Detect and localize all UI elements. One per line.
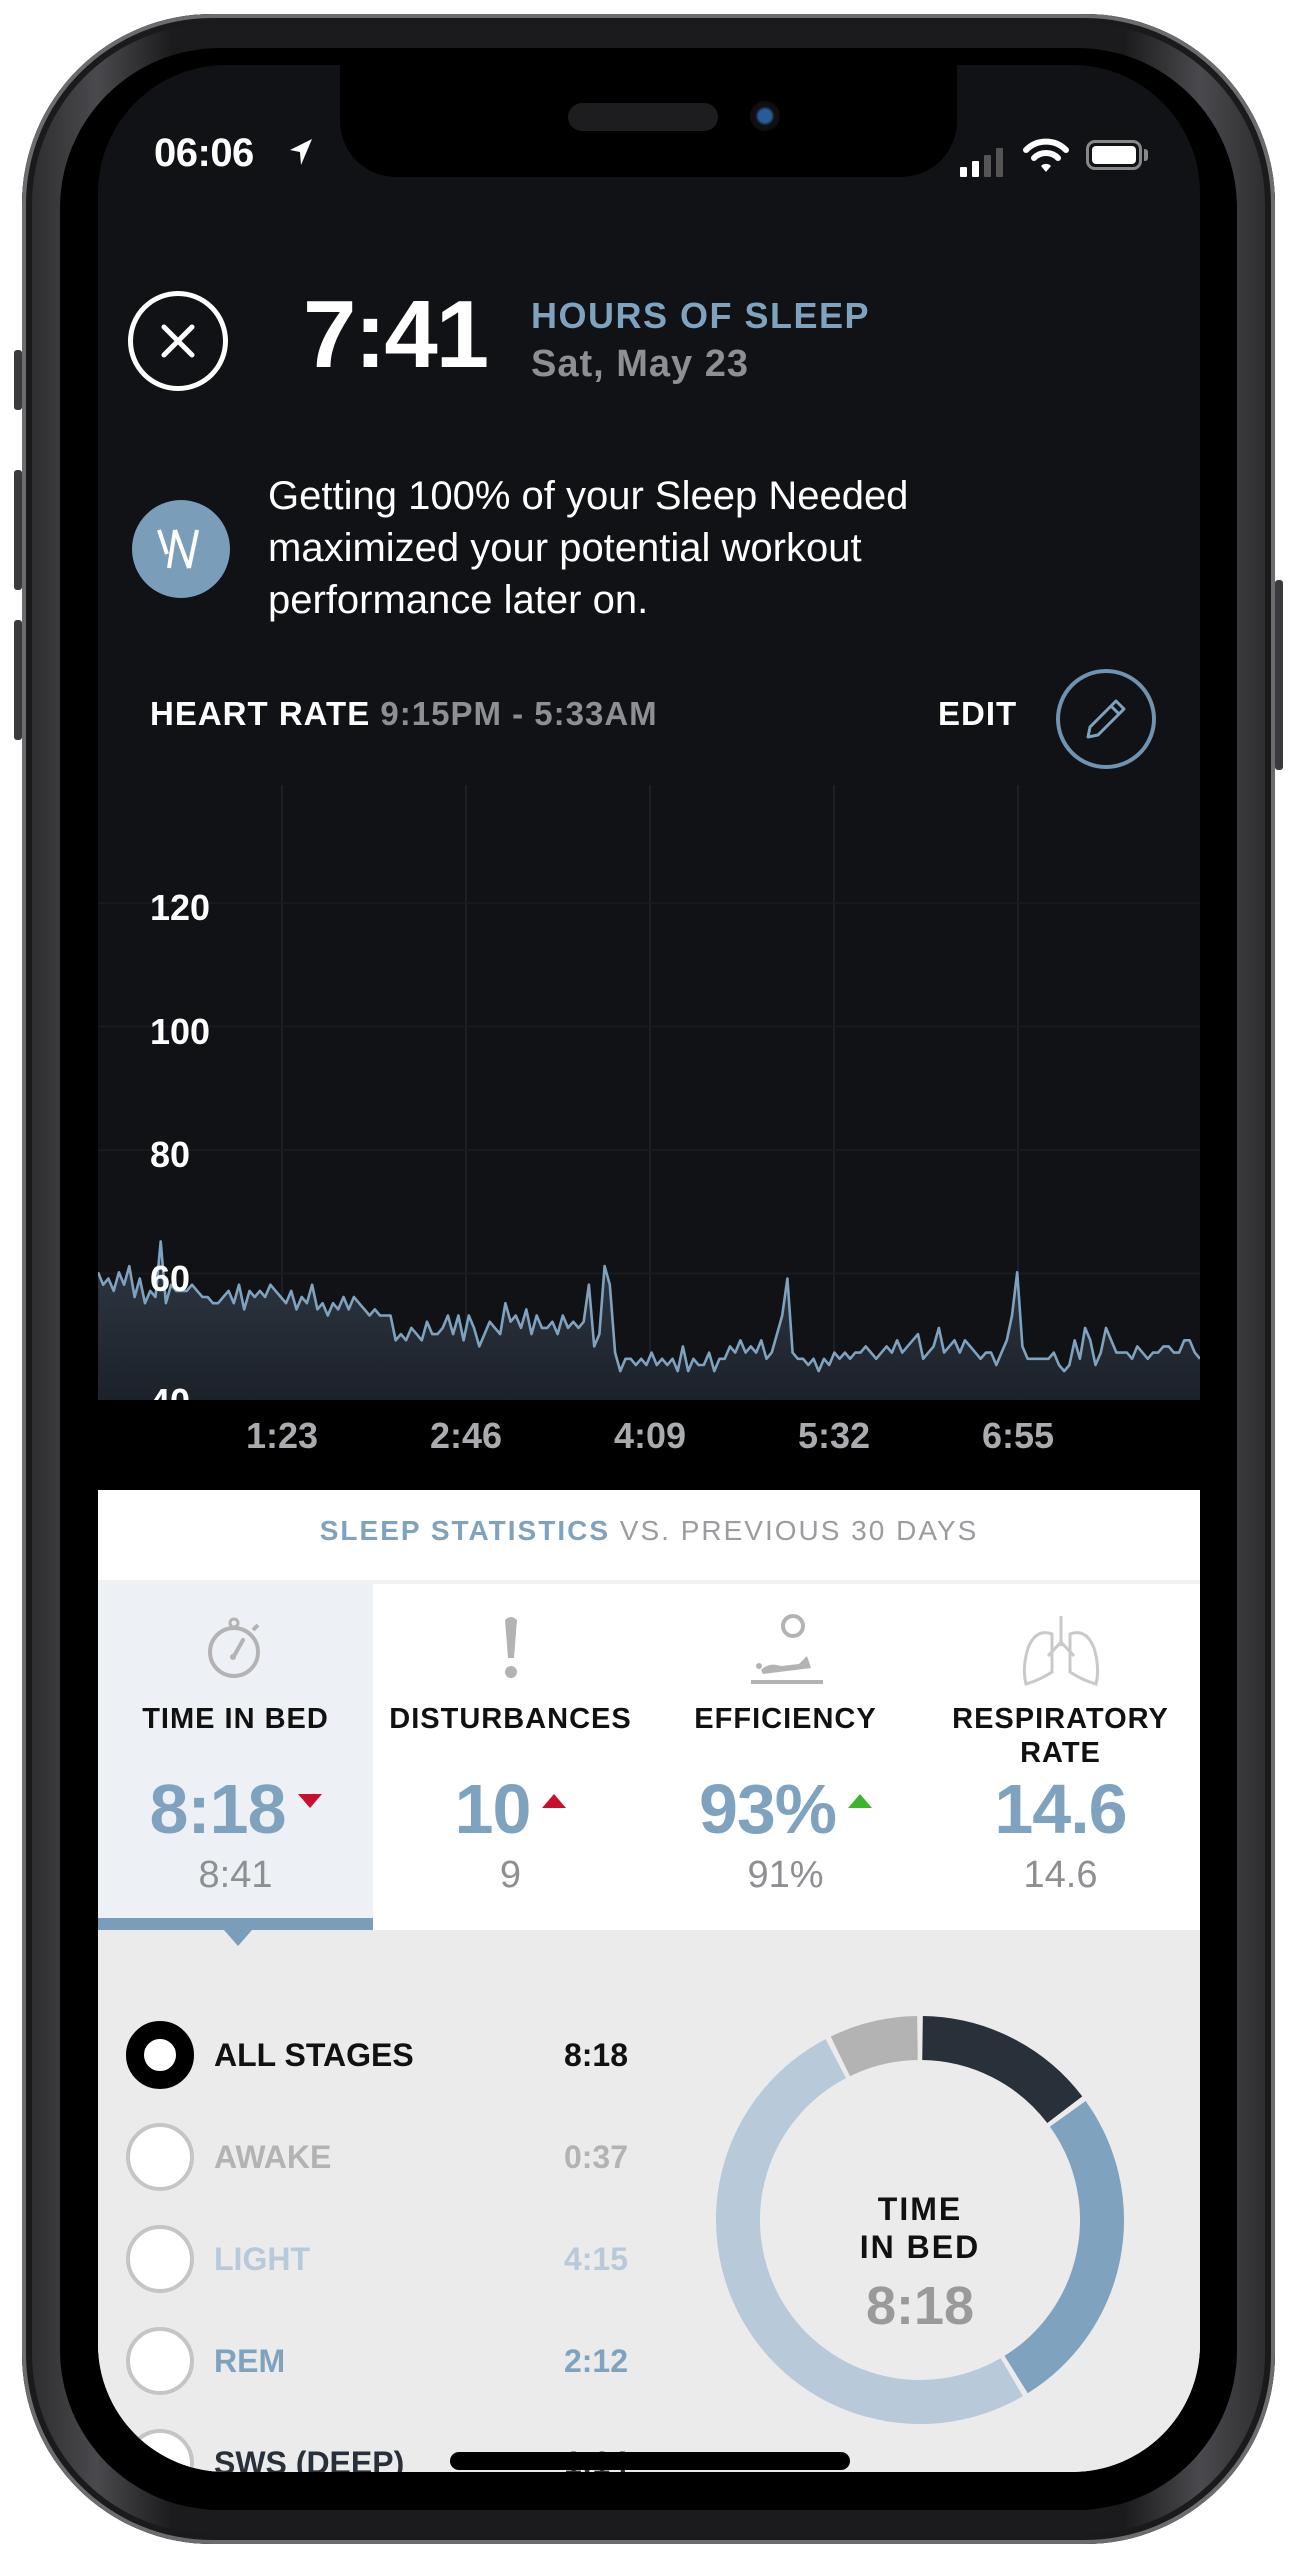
close-x-icon [161, 324, 195, 358]
stat-label: DISTURBANCES [389, 1703, 632, 1735]
stat-label: EFFICIENCY [694, 1703, 877, 1735]
donut-label: TIME IN BED [710, 2190, 1130, 2266]
heart-rate-title: HEART RATE 9:15PM - 5:33AM [150, 695, 658, 733]
home-indicator[interactable] [450, 2452, 850, 2470]
stage-row-light[interactable]: LIGHT 4:15 [126, 2219, 628, 2299]
volume-up-button [14, 470, 22, 590]
mute-switch [14, 350, 22, 410]
cellular-signal-icon [960, 147, 1003, 177]
stats-title-highlight: SLEEP STATISTICS [319, 1515, 610, 1546]
sleeping-person-icon [750, 1614, 823, 1684]
whoop-logo-icon [132, 500, 230, 598]
stat-previous: 14.6 [1023, 1854, 1098, 1896]
heart-rate-time-range: 9:15PM - 5:33AM [380, 695, 658, 732]
stage-name: ALL STAGES [214, 2036, 414, 2073]
side-button [1275, 580, 1283, 770]
stage-time: 4:15 [563, 2240, 628, 2277]
wifi-icon [1023, 138, 1069, 172]
radio-unselected[interactable] [126, 2123, 194, 2191]
sleep-date: Sat, May 23 [531, 343, 749, 385]
battery-icon [1086, 140, 1142, 170]
exclamation-icon [504, 1617, 517, 1678]
stage-name: REM [214, 2342, 286, 2379]
stage-time: 8:18 [563, 2036, 628, 2073]
selected-tab-indicator [98, 1918, 373, 1930]
stat-value: 93% [648, 1769, 923, 1849]
battery-tip [1144, 149, 1148, 161]
x-tick-label: 4:09 [613, 1415, 687, 1456]
selected-tab-caret [224, 1930, 252, 1946]
radio-selected[interactable] [126, 2021, 194, 2089]
stat-value-text: 8:18 [149, 1770, 286, 1848]
y-tick-label: 100 [150, 1010, 211, 1052]
x-tick-label: 2:46 [429, 1415, 503, 1456]
app-screen: 120100806040 1:232:464:095:326:55 06:06 … [98, 65, 1200, 2472]
stage-name: SWS (DEEP) [214, 2444, 405, 2473]
stat-value-text: 10 [454, 1770, 532, 1848]
stat-label: TIME IN BED [142, 1703, 329, 1735]
stat-tab-respiratory-rate[interactable]: RESPIRATORY RATE 14.6 14.6 [923, 1584, 1198, 1929]
donut-label-line1: TIME [877, 2191, 963, 2227]
donut-segment-awake [830, 2016, 919, 2077]
stat-value: 10 [373, 1769, 648, 1849]
hours-of-sleep-label: HOURS OF SLEEP [531, 295, 871, 336]
trend-up-icon [542, 1793, 567, 1808]
radio-unselected[interactable] [126, 2327, 194, 2395]
heart-rate-label: HEART RATE [150, 695, 371, 732]
edit-label[interactable]: EDIT [938, 695, 1017, 733]
stat-value: 14.6 [994, 1770, 1127, 1848]
trend-down-icon [297, 1793, 322, 1808]
radio-unselected[interactable] [126, 2429, 194, 2472]
stats-title-rest: VS. PREVIOUS 30 DAYS [610, 1515, 979, 1546]
x-tick-label: 6:55 [981, 1415, 1055, 1456]
stage-row-all-stages[interactable]: ALL STAGES 8:18 [126, 2015, 628, 2095]
pencil-icon [1086, 699, 1126, 739]
sleep-statistics-title: SLEEP STATISTICS VS. PREVIOUS 30 DAYS [98, 1515, 1200, 1547]
stat-value-text: 93% [698, 1770, 837, 1848]
stage-row-rem[interactable]: REM 2:12 [126, 2321, 628, 2401]
stage-time: 2:12 [563, 2342, 628, 2379]
edit-button[interactable] [1056, 669, 1156, 769]
radio-unselected[interactable] [126, 2225, 194, 2293]
close-button[interactable] [128, 291, 228, 391]
insight-text: Getting 100% of your Sleep Needed maximi… [268, 474, 909, 622]
stage-time: 0:37 [563, 2138, 628, 2175]
sleep-hours-value: 7:41 [303, 281, 489, 388]
stage-name: AWAKE [214, 2138, 332, 2175]
stat-previous: 9 [499, 1854, 522, 1896]
stage-row-sws-deep[interactable]: SWS (DEEP)1:14 [126, 2423, 628, 2472]
donut-segment-sws-deep [921, 2016, 1083, 2124]
y-tick-label: 120 [150, 887, 211, 928]
speaker [568, 103, 718, 131]
trend-up-icon [848, 1793, 873, 1808]
stat-previous: 8:41 [198, 1854, 273, 1896]
stat-tab-efficiency[interactable]: EFFICIENCY 93% 91% [648, 1584, 923, 1929]
stat-tab-time-in-bed[interactable]: TIME IN BED 8:18 8:41 [98, 1584, 373, 1929]
stopwatch-icon [207, 1617, 260, 1678]
stat-value: 8:18 [98, 1769, 373, 1849]
location-arrow-icon [290, 139, 312, 165]
volume-down-button [14, 620, 22, 740]
y-tick-label: 80 [150, 1134, 191, 1175]
stat-label: RESPIRATORY RATE [952, 1703, 1169, 1769]
lungs-icon [1022, 1616, 1099, 1686]
stat-previous: 91% [747, 1854, 824, 1896]
stage-name: LIGHT [214, 2240, 310, 2277]
stage-row-awake[interactable]: AWAKE 0:37 [126, 2117, 628, 2197]
donut-value: 8:18 [865, 2276, 975, 2336]
donut-label-line2: IN BED [859, 2229, 981, 2265]
status-time: 06:06 [154, 131, 254, 175]
x-tick-label: 5:32 [797, 1415, 871, 1456]
y-tick-label: 60 [150, 1257, 191, 1299]
x-tick-label: 1:23 [245, 1415, 319, 1456]
notch [340, 65, 957, 177]
camera [750, 101, 780, 131]
stat-tab-disturbances[interactable]: DISTURBANCES 10 9 [373, 1584, 648, 1929]
